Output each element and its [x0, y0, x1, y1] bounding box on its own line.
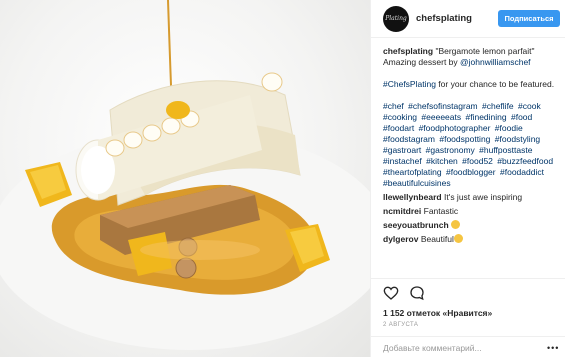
hashtag-link[interactable]: #foodblogger	[446, 167, 496, 177]
instagram-post: Plating chefsplating Подписаться chefspl…	[0, 0, 565, 357]
caption-line-1: chefsplating "Bergamote lemon parfait"	[383, 46, 561, 57]
hashtag-link[interactable]: #foodstyling	[495, 134, 540, 144]
hashtag-link[interactable]: #foodaddict	[500, 167, 544, 177]
hashtag-link[interactable]: #foodstagram	[383, 134, 435, 144]
hashtag-link[interactable]: #cook	[518, 101, 541, 111]
hashtag-link[interactable]: #food	[511, 112, 532, 122]
follow-button[interactable]: Подписаться	[498, 10, 560, 27]
hashtag-link[interactable]: #foodspotting	[439, 134, 490, 144]
clapping-hands-icon	[453, 234, 463, 243]
hashtag-link[interactable]: #eeeeeats	[421, 112, 461, 122]
post-header: Plating chefsplating Подписаться	[371, 0, 565, 38]
hashtag-link[interactable]: #kitchen	[426, 156, 458, 166]
caption-line-2: Amazing dessert by @johnwilliamschef	[383, 57, 561, 68]
comment-item: seeyouatbrunch	[383, 220, 561, 231]
avatar-logo-text: Plating	[385, 15, 407, 22]
caption-prefix: Amazing dessert by	[383, 57, 461, 67]
comment-username[interactable]: llewellynbeard	[383, 192, 442, 202]
hashtag-chefsplating[interactable]: #ChefsPlating	[383, 79, 436, 89]
action-icons	[383, 285, 425, 301]
caption-line-3: #ChefsPlating for your chance to be feat…	[383, 79, 561, 90]
hashtag-link[interactable]: #beautifulcuisines	[383, 178, 451, 188]
comment-text: Beautiful	[420, 234, 454, 244]
comments-section: chefsplating "Bergamote lemon parfait" A…	[383, 46, 561, 245]
hashtag-link[interactable]: #chef	[383, 101, 404, 111]
hashtag-link[interactable]: #chefsofinstagram	[408, 101, 477, 111]
header-username[interactable]: chefsplating	[416, 13, 472, 24]
caption-title: "Bergamote lemon parfait"	[435, 46, 535, 56]
likes-count[interactable]: 1 152 отметок «Нравится»	[383, 308, 492, 318]
post-actions: 1 152 отметок «Нравится» 2 АВГУСТА •••	[371, 278, 565, 357]
comment-username[interactable]: seeyouatbrunch	[383, 220, 449, 230]
hashtag-link[interactable]: #gastroart	[383, 145, 421, 155]
comment-text: Fantastic	[423, 206, 459, 216]
comment-input[interactable]	[383, 341, 533, 355]
dessert-illustration	[0, 0, 370, 350]
clapping-hands-icon	[451, 220, 461, 229]
post-sidebar: Plating chefsplating Подписаться chefspl…	[370, 0, 565, 357]
hashtag-link[interactable]: #foodart	[383, 123, 414, 133]
post-date[interactable]: 2 АВГУСТА	[383, 322, 418, 328]
hashtag-link[interactable]: #theartofplating	[383, 167, 442, 177]
post-photo[interactable]	[0, 0, 370, 357]
heart-icon[interactable]	[383, 285, 399, 301]
hashtag-link[interactable]: #cheflife	[482, 101, 514, 111]
comment-username[interactable]: dylgerov	[383, 234, 418, 244]
hashtag-link[interactable]: #food52	[462, 156, 493, 166]
comment-item: llewellynbeard It's just awe inspiring	[383, 192, 561, 203]
hashtag-link[interactable]: #cooking	[383, 112, 417, 122]
add-comment-bar: •••	[371, 336, 565, 357]
caption-username[interactable]: chefsplating	[383, 46, 433, 56]
comment-username[interactable]: ncmitdrei	[383, 206, 421, 216]
caption-feature-text: for your chance to be featured.	[435, 79, 555, 89]
hashtag-list: #chef #chefsofinstagram #cheflife #cook …	[383, 101, 561, 189]
avatar[interactable]: Plating	[383, 5, 409, 32]
more-options-icon[interactable]: •••	[547, 343, 559, 353]
hashtag-link[interactable]: #huffposttaste	[479, 145, 532, 155]
hashtag-link[interactable]: #instachef	[383, 156, 422, 166]
hashtag-link[interactable]: #finedining	[465, 112, 506, 122]
comment-item: ncmitdrei Fantastic	[383, 206, 561, 217]
hashtag-link[interactable]: #foodie	[495, 123, 523, 133]
comment-text: It's just awe inspiring	[443, 192, 523, 202]
comment-item: dylgerov Beautiful	[383, 234, 561, 245]
hashtag-link[interactable]: #gastronomy	[426, 145, 475, 155]
mention-link[interactable]: @johnwilliamschef	[460, 57, 531, 67]
hashtag-link[interactable]: #foodphotographer	[419, 123, 491, 133]
hashtag-link[interactable]: #buzzfeedfood	[497, 156, 553, 166]
comment-bubble-icon[interactable]	[409, 285, 425, 301]
